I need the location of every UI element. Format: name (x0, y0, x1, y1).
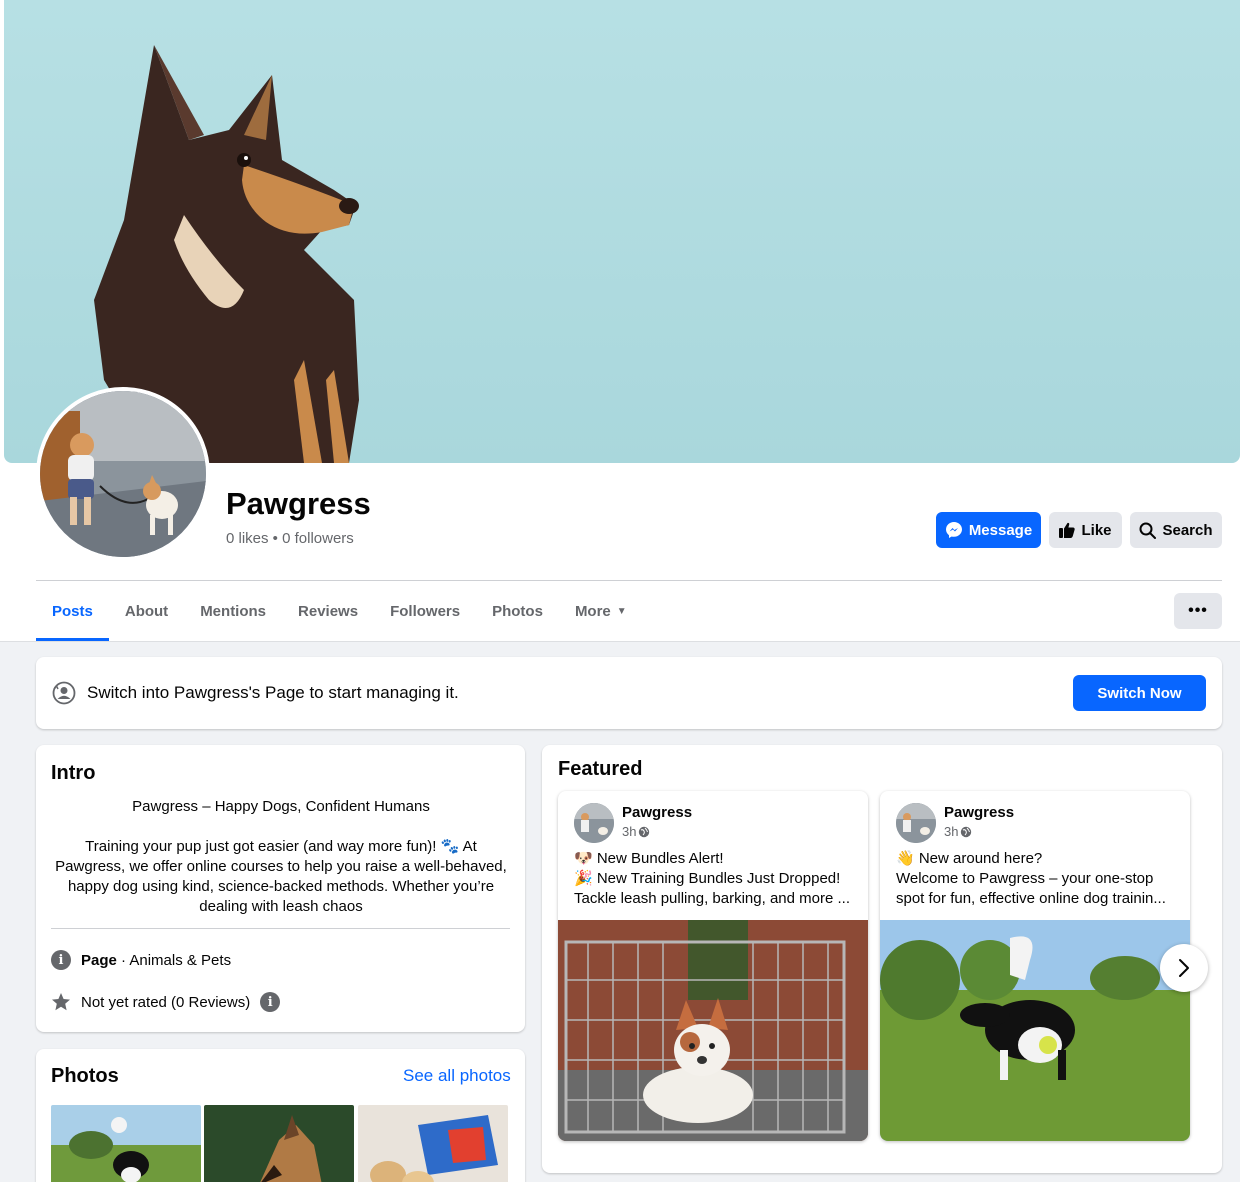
tab-more[interactable]: More ▼ (559, 581, 643, 641)
chevron-right-icon (1179, 959, 1189, 977)
photo-thumbnail[interactable] (358, 1105, 508, 1182)
intro-bio: Pawgress – Happy Dogs, Confident Humans … (52, 797, 510, 917)
tab-label: Mentions (200, 602, 267, 620)
bio-tagline: Pawgress – Happy Dogs, Confident Humans (132, 798, 430, 815)
message-label: Message (968, 521, 1033, 539)
info-icon[interactable]: i (260, 992, 281, 1012)
tab-label: Followers (390, 602, 461, 620)
post-author[interactable]: Pawgress (944, 804, 1014, 821)
carousel-next-button[interactable] (1160, 944, 1208, 992)
page-stats: 0 likes • 0 followers (226, 530, 354, 547)
post-image-dog-ball[interactable] (880, 920, 1190, 1141)
thumbs-up-icon (1059, 522, 1076, 538)
photos-card: Photos See all photos (36, 1049, 525, 1182)
switch-message: Switch into Pawgress's Page to start man… (87, 683, 459, 702)
photo-dog-running (51, 1105, 201, 1182)
post-text: 🐶 New Bundles Alert! 🎉 New Training Bund… (574, 849, 856, 909)
post-image-puppy-crate[interactable] (558, 920, 868, 1141)
info-icon: i (51, 950, 71, 970)
photo-puppies (358, 1105, 508, 1182)
post-author[interactable]: Pawgress (622, 804, 692, 821)
caret-down-icon: ▼ (616, 605, 627, 617)
post-line: spot for fun, effective online dog train… (896, 890, 1166, 907)
post-line: Welcome to Pawgress – your one-stop (896, 870, 1154, 887)
featured-post[interactable]: Pawgress 3h 👋 New around here? Welcome t… (880, 791, 1190, 1141)
page-title: Pawgress (226, 486, 371, 521)
like-label: Like (1081, 521, 1112, 539)
globe-icon (961, 826, 972, 837)
post-avatar[interactable] (574, 803, 614, 843)
post-time-text: 3h (622, 824, 637, 839)
search-button[interactable]: Search (1130, 512, 1222, 548)
category-label: Page (81, 951, 117, 969)
search-label: Search (1162, 521, 1213, 539)
globe-icon (639, 826, 650, 837)
category-text: Page · Animals & Pets (81, 952, 231, 969)
post-line: Tackle leash pulling, barking, and more … (574, 890, 850, 907)
profile-switch-icon (52, 681, 76, 705)
switch-now-button[interactable]: Switch Now (1073, 675, 1206, 711)
post-line: 👋 New around here? (896, 850, 1043, 867)
avatar-photo (574, 803, 614, 843)
avatar-photo (896, 803, 936, 843)
message-button[interactable]: Message (936, 512, 1041, 548)
cover-photo[interactable] (4, 0, 1240, 463)
category-value: · Animals & Pets (116, 951, 232, 969)
messenger-icon (945, 522, 962, 538)
intro-title: Intro (51, 762, 96, 784)
profile-avatar[interactable] (36, 387, 210, 561)
tab-label: Photos (492, 602, 543, 620)
photos-title: Photos (51, 1065, 119, 1087)
star-icon (52, 993, 70, 1011)
tab-photos[interactable]: Photos (476, 581, 559, 641)
rating-row: Not yet rated (0 Reviews) i (51, 992, 281, 1012)
post-text: 👋 New around here? Welcome to Pawgress –… (896, 849, 1178, 909)
post-time[interactable]: 3h (944, 824, 972, 839)
tab-label: More (574, 602, 611, 620)
tab-label: Reviews (298, 602, 359, 620)
post-time-text: 3h (944, 824, 959, 839)
tab-label: Posts (52, 602, 93, 620)
page-header: Pawgress 0 likes • 0 followers Message L… (0, 0, 1240, 642)
search-icon (1139, 522, 1157, 539)
avatar-photo (40, 391, 206, 557)
featured-title: Featured (558, 758, 643, 780)
post-avatar[interactable] (896, 803, 936, 843)
profile-tabs: Posts About Mentions Reviews Followers P… (36, 581, 643, 641)
like-button[interactable]: Like (1049, 512, 1122, 548)
more-options-button[interactable]: ••• (1174, 593, 1222, 629)
photo-shepherd (204, 1105, 354, 1182)
post-time[interactable]: 3h (622, 824, 650, 839)
tab-mentions[interactable]: Mentions (184, 581, 282, 641)
photo-thumbnail[interactable] (204, 1105, 354, 1182)
page-category-row: i Page · Animals & Pets (51, 950, 231, 970)
post-line: 🐶 New Bundles Alert! (574, 850, 724, 867)
switch-profile-bar: Switch into Pawgress's Page to start man… (36, 657, 1222, 729)
tab-label: About (124, 602, 169, 620)
tab-followers[interactable]: Followers (374, 581, 476, 641)
intro-divider (51, 928, 510, 929)
tab-about[interactable]: About (109, 581, 184, 641)
rating-text: Not yet rated (0 Reviews) (81, 993, 251, 1011)
cover-dog-illustration (94, 45, 359, 463)
tab-posts[interactable]: Posts (36, 581, 109, 641)
intro-card: Intro Pawgress – Happy Dogs, Confident H… (36, 745, 525, 1032)
post-line: 🎉 New Training Bundles Just Dropped! (574, 870, 841, 887)
see-all-photos-link[interactable]: See all photos (403, 1066, 511, 1086)
featured-card: Featured Pawgress 3h 🐶 New Bundles Alert… (542, 745, 1222, 1173)
photo-thumbnail[interactable] (51, 1105, 201, 1182)
tab-reviews[interactable]: Reviews (282, 581, 374, 641)
featured-post[interactable]: Pawgress 3h 🐶 New Bundles Alert! 🎉 New T… (558, 791, 868, 1141)
bio-description: Training your pup just got easier (and w… (55, 838, 507, 915)
